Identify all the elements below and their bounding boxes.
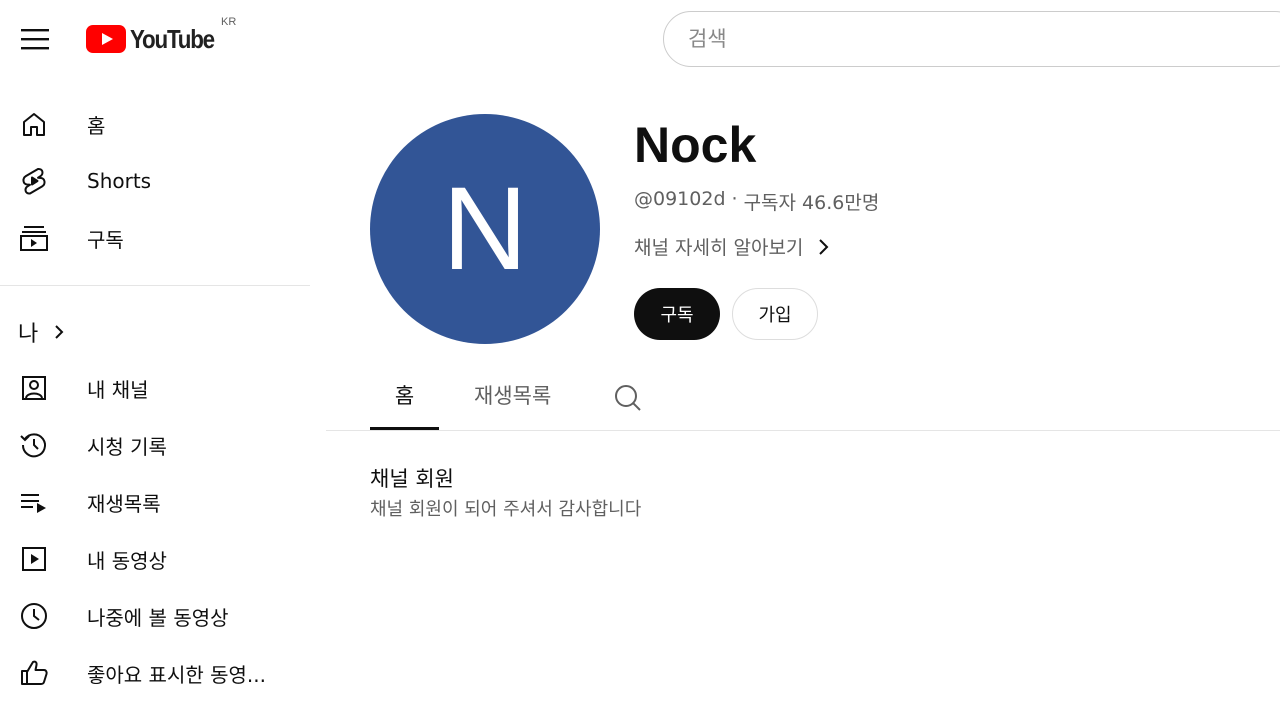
- sidebar-item-watch-later[interactable]: 나중에 볼 동영상: [0, 589, 310, 643]
- hamburger-menu-icon: [21, 29, 49, 50]
- chevron-right-icon: [55, 325, 64, 339]
- menu-button[interactable]: [14, 18, 56, 60]
- youtube-play-logo-icon: [86, 25, 126, 53]
- channel-handle: @09102d: [634, 188, 726, 210]
- sidebar-item-label: 내 채널: [87, 377, 149, 402]
- home-icon: [18, 108, 50, 140]
- subscriptions-icon: [18, 222, 50, 254]
- sidebar-item-subscriptions[interactable]: 구독: [0, 211, 310, 265]
- tabs-divider: [326, 430, 1280, 431]
- sidebar-item-label: 시청 기록: [87, 434, 167, 459]
- sidebar-item-history[interactable]: 시청 기록: [0, 418, 310, 472]
- join-button[interactable]: 가입: [732, 288, 818, 340]
- subscribe-button[interactable]: 구독: [634, 288, 720, 340]
- search-input[interactable]: [688, 27, 1280, 51]
- history-icon: [18, 429, 50, 461]
- tab-home[interactable]: 홈: [370, 380, 439, 410]
- search-box[interactable]: [663, 11, 1280, 67]
- sidebar-item-label: 내 동영상: [87, 548, 167, 573]
- sidebar-item-home[interactable]: 홈: [0, 97, 310, 151]
- tab-search-button[interactable]: [612, 382, 644, 414]
- sidebar-item-label: 재생목록: [87, 491, 161, 516]
- region-code: KR: [221, 16, 237, 28]
- tab-playlists[interactable]: 재생목록: [474, 380, 551, 410]
- you-heading-label: 나: [18, 322, 39, 347]
- sidebar-item-shorts[interactable]: Shorts: [0, 154, 310, 208]
- sidebar-item-your-channel[interactable]: 내 채널: [0, 361, 310, 415]
- sidebar-item-label: 나중에 볼 동영상: [87, 605, 229, 630]
- sidebar-divider: [0, 285, 310, 286]
- channel-name: Nock: [634, 117, 757, 173]
- membership-subtitle: 채널 회원이 되어 주셔서 감사합니다: [370, 499, 642, 520]
- subscriber-count: 구독자 46.6만명: [743, 192, 880, 214]
- youtube-logo[interactable]: YouTube: [86, 22, 228, 56]
- sidebar-item-liked-videos[interactable]: 좋아요 표시한 동영...: [0, 646, 310, 700]
- playlists-icon: [18, 486, 50, 518]
- membership-title: 채널 회원: [370, 467, 454, 491]
- logo-wordmark: YouTube: [130, 23, 215, 54]
- sidebar-item-label: 구독: [87, 227, 124, 252]
- sidebar-item-label: 좋아요 표시한 동영...: [87, 662, 266, 687]
- channel-meta: @09102d · 구독자 46.6만명: [634, 188, 879, 215]
- shorts-icon: [18, 165, 50, 197]
- more-info-label: 채널 자세히 알아보기: [634, 237, 804, 259]
- channel-avatar[interactable]: N: [370, 114, 600, 344]
- your-videos-icon: [18, 543, 50, 575]
- sidebar-item-label: Shorts: [87, 169, 152, 193]
- search-icon: [615, 385, 641, 411]
- chevron-right-icon: [819, 238, 829, 255]
- sidebar-item-your-videos[interactable]: 내 동영상: [0, 532, 310, 586]
- sidebar-item-playlists[interactable]: 재생목록: [0, 475, 310, 529]
- avatar-letter: N: [442, 163, 528, 295]
- watch-later-icon: [18, 600, 50, 632]
- sidebar-you-heading[interactable]: 나: [18, 316, 70, 348]
- your-channel-icon: [18, 372, 50, 404]
- sidebar-item-label: 홈: [87, 113, 106, 138]
- meta-separator: ·: [731, 188, 738, 210]
- liked-videos-icon: [18, 657, 50, 689]
- channel-more-info-link[interactable]: 채널 자세히 알아보기: [634, 233, 833, 260]
